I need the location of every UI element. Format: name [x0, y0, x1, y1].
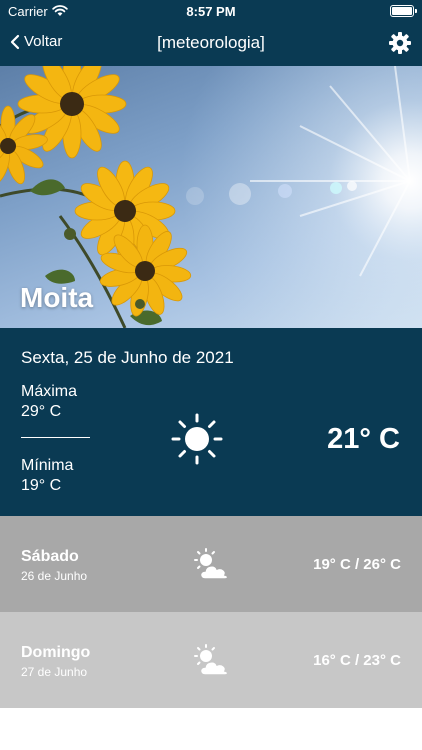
partly-cloudy-icon: [194, 548, 229, 580]
gear-icon[interactable]: [388, 31, 412, 55]
forecast-date: 26 de Junho: [21, 569, 88, 583]
divider: [21, 437, 90, 438]
min-value: 19° C: [21, 477, 62, 494]
forecast-day: Domingo: [21, 644, 91, 661]
today-panel: Sexta, 25 de Junho de 2021 Máxima 29° C …: [0, 328, 422, 516]
min-label: Mínima: [21, 457, 74, 474]
page-title: [meteorologia]: [157, 33, 265, 52]
max-label: Máxima: [21, 383, 78, 400]
forecast-row[interactable]: Domingo 27 de Junho 16° C / 23° C: [0, 612, 422, 708]
city-name: Moita: [20, 282, 94, 313]
hero-image: Moita: [0, 66, 422, 328]
forecast-range: 19° C / 26° C: [313, 556, 401, 573]
max-value: 29° C: [21, 403, 62, 420]
battery-icon: [390, 5, 417, 17]
status-bar: Carrier 8:57 PM: [0, 0, 422, 22]
today-date: Sexta, 25 de Junho de 2021: [21, 348, 234, 367]
status-time: 8:57 PM: [186, 4, 236, 19]
forecast-range: 16° C / 23° C: [313, 652, 401, 669]
sun-icon: [171, 413, 223, 465]
current-temperature: 21° C: [327, 423, 400, 455]
partly-cloudy-icon: [194, 644, 229, 676]
nav-bar: Voltar [meteorologia]: [0, 22, 422, 66]
forecast-day: Sábado: [21, 548, 79, 565]
forecast-row[interactable]: Sábado 26 de Junho 19° C / 26° C: [0, 516, 422, 612]
forecast-date: 27 de Junho: [21, 665, 88, 679]
empty-area: [0, 708, 422, 750]
